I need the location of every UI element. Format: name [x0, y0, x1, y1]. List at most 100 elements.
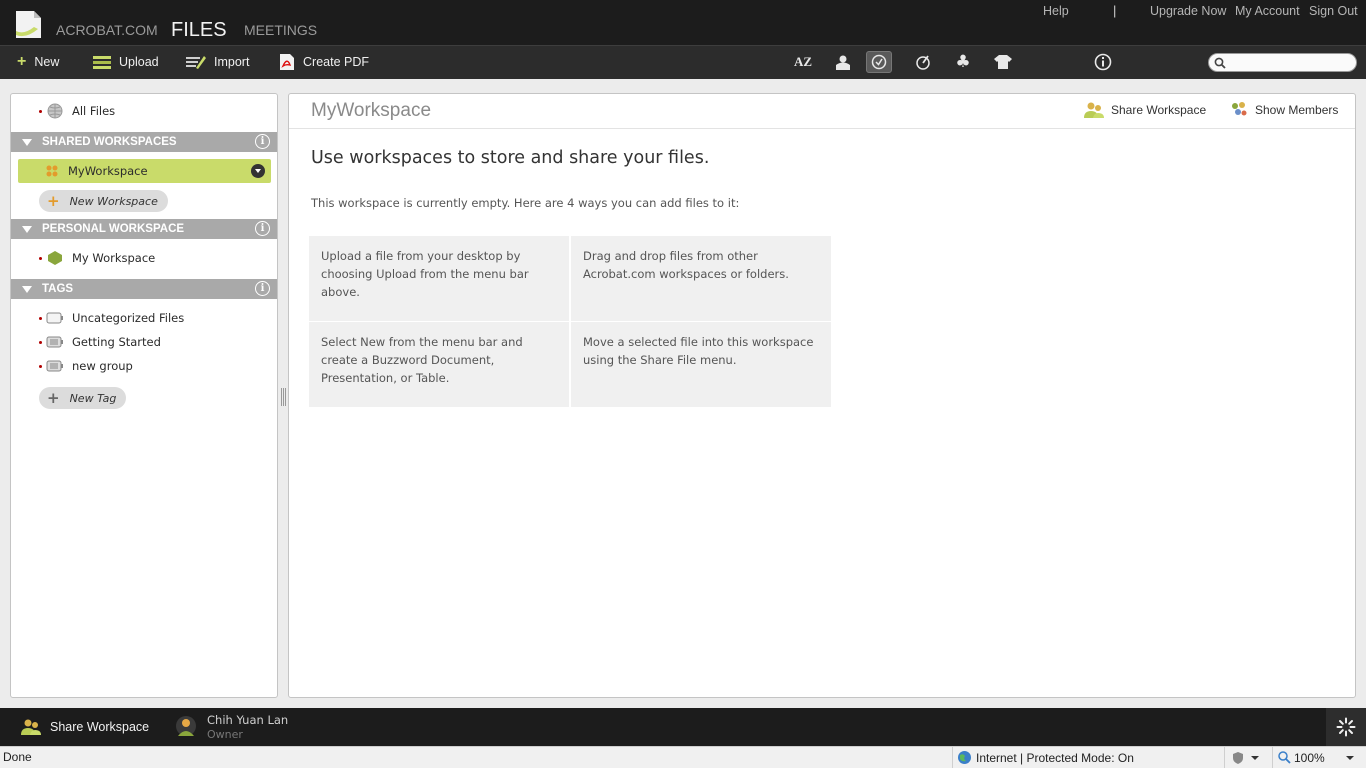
security-zone[interactable]: Internet | Protected Mode: On: [952, 747, 1134, 768]
workspace-owner[interactable]: Chih Yuan Lan Owner: [175, 713, 288, 741]
workspace-content: MyWorkspace Share Workspace Show Members…: [288, 93, 1356, 698]
sidebar-item-myworkspace[interactable]: MyWorkspace: [18, 159, 271, 183]
sort-az-icon[interactable]: AZ: [790, 51, 816, 73]
way-create-new: Select New from the menu bar and create …: [309, 322, 569, 407]
bottom-share-workspace-button[interactable]: Share Workspace: [20, 718, 149, 736]
loading-spinner-icon: [1326, 708, 1366, 746]
sidebar-item-my-workspace[interactable]: My Workspace: [11, 248, 155, 268]
collapse-triangle-icon: [22, 285, 32, 293]
header-divider: [289, 128, 1355, 129]
owner-role: Owner: [207, 728, 243, 741]
new-button[interactable]: + New: [17, 46, 59, 78]
collapse-triangle-icon: [22, 225, 32, 233]
new-tag-button[interactable]: + New Tag: [39, 387, 127, 409]
chevron-down-icon: [1251, 755, 1259, 760]
avatar: [176, 716, 196, 736]
upload-icon: [93, 56, 111, 69]
import-button-label: Import: [214, 55, 250, 69]
tag-icon: [46, 334, 64, 350]
sort-by-owner-icon[interactable]: [830, 51, 856, 73]
sign-out-link[interactable]: Sign Out: [1309, 4, 1358, 18]
personal-workspace-header[interactable]: PERSONAL WORKSPACE i: [11, 219, 277, 239]
share-workspace-label: Share Workspace: [1111, 103, 1207, 117]
bullet: [39, 364, 42, 368]
browser-status-bar: Done Internet | Protected Mode: On 100%: [0, 746, 1366, 768]
tag-item-uncategorized[interactable]: Uncategorized Files: [11, 308, 184, 328]
tag-label: Uncategorized Files: [72, 311, 185, 325]
members-icon: [1232, 102, 1247, 116]
upload-button-label: Upload: [119, 55, 159, 69]
shared-workspaces-header[interactable]: SHARED WORKSPACES i: [11, 132, 277, 152]
zoom-icon: [1278, 751, 1291, 764]
workspace-navigator: All Files SHARED WORKSPACES i MyWorkspac…: [10, 93, 278, 698]
all-files-item[interactable]: All Files: [11, 101, 115, 121]
new-workspace-button[interactable]: + New Workspace: [39, 190, 168, 212]
sort-by-activity-icon[interactable]: [910, 51, 936, 73]
tag-item-getting-started[interactable]: Getting Started: [11, 332, 161, 352]
app-header: ACROBAT.COM FILES MEETINGS Help | Upgrad…: [0, 0, 1366, 45]
way-drag-drop: Drag and drop files from other Acrobat.c…: [571, 236, 831, 321]
globe-icon: [46, 103, 64, 119]
upgrade-now-link[interactable]: Upgrade Now: [1150, 4, 1226, 18]
create-pdf-button[interactable]: Create PDF: [279, 46, 369, 78]
search-box[interactable]: [1208, 53, 1357, 72]
upload-button[interactable]: Upload: [93, 46, 159, 78]
search-icon: [1214, 57, 1226, 69]
panel-resize-handle[interactable]: [281, 388, 286, 406]
sort-by-type-icon[interactable]: ♣: [950, 51, 976, 73]
search-input[interactable]: [1229, 55, 1353, 70]
import-button[interactable]: Import: [186, 46, 249, 78]
sort-az-label: AZ: [793, 54, 813, 69]
plus-icon: +: [47, 389, 60, 407]
plus-icon: +: [17, 53, 27, 70]
show-members-button[interactable]: Show Members: [1229, 101, 1338, 119]
sort-by-date-icon[interactable]: [866, 51, 892, 73]
page-title: MyWorkspace: [311, 100, 432, 121]
header-separator: |: [1113, 3, 1117, 18]
tag-icon: [46, 310, 64, 326]
tags-header[interactable]: TAGS i: [11, 279, 277, 299]
zoom-control[interactable]: 100%: [1272, 747, 1366, 768]
main-toolbar: + New Upload Import Create PDF AZ ♣: [0, 45, 1366, 79]
bottom-bar: Share Workspace Chih Yuan Lan Owner: [0, 708, 1366, 746]
myworkspace-label: MyWorkspace: [68, 164, 148, 178]
protected-mode-button[interactable]: [1224, 747, 1270, 768]
way-upload: Upload a file from your desktop by choos…: [309, 236, 569, 321]
add-files-ways-grid: Upload a file from your desktop by choos…: [309, 236, 831, 407]
info-icon[interactable]: i: [255, 221, 270, 236]
new-button-label: New: [34, 55, 60, 69]
zoom-level: 100%: [1294, 750, 1325, 765]
info-icon[interactable]: [1090, 51, 1116, 73]
personal-workspace-icon: [46, 250, 64, 266]
create-pdf-button-label: Create PDF: [303, 55, 369, 69]
personal-workspace-title: PERSONAL WORKSPACE: [42, 223, 185, 235]
nav-files[interactable]: FILES: [171, 19, 227, 42]
pdf-icon: [280, 54, 294, 70]
brand-acrobat-link[interactable]: ACROBAT.COM: [56, 22, 158, 38]
sort-by-size-icon[interactable]: [990, 51, 1016, 73]
bullet: [39, 256, 42, 260]
info-icon[interactable]: i: [255, 134, 270, 149]
show-members-label: Show Members: [1255, 103, 1339, 117]
share-workspace-button[interactable]: Share Workspace: [1083, 101, 1206, 119]
collapse-triangle-icon: [22, 138, 32, 146]
people-icon: [21, 719, 41, 735]
way-move-file: Move a selected file into this workspace…: [571, 322, 831, 407]
help-link[interactable]: Help: [1043, 4, 1069, 18]
bullet: [39, 109, 42, 113]
bottom-share-workspace-label: Share Workspace: [50, 720, 150, 734]
zone-label: Internet | Protected Mode: On: [976, 750, 1134, 765]
shield-icon: [1233, 751, 1243, 764]
my-workspace-label: My Workspace: [72, 251, 156, 265]
info-icon[interactable]: i: [255, 281, 270, 296]
nav-meetings[interactable]: MEETINGS: [244, 22, 317, 38]
owner-name: Chih Yuan Lan: [207, 713, 289, 727]
chevron-down-icon[interactable]: [251, 164, 265, 178]
my-account-link[interactable]: My Account: [1235, 4, 1300, 18]
people-icon: [1084, 102, 1104, 118]
globe-icon: [958, 751, 971, 764]
all-files-label: All Files: [72, 104, 116, 118]
tag-item-new-group[interactable]: new group: [11, 356, 133, 376]
tags-title: TAGS: [42, 283, 74, 295]
tag-label: new group: [72, 359, 133, 373]
